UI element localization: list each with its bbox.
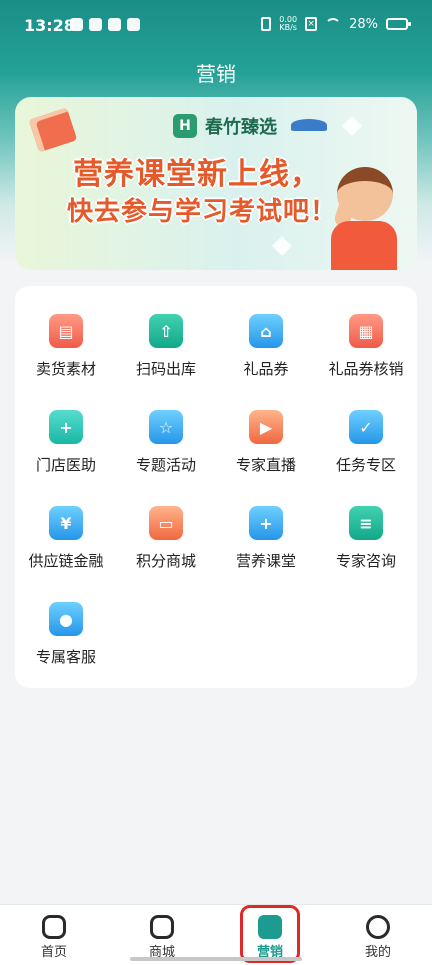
app-notification-icon — [70, 18, 83, 31]
mail-notification-icon — [89, 18, 102, 31]
menu-item-label: 营养课堂 — [235, 552, 296, 570]
menu-item-gift-voucher[interactable]: ⌂ 礼品券 — [216, 286, 316, 382]
status-right: 0.00 KB/s × 28% — [261, 16, 411, 32]
material-icon: ▤ — [49, 314, 83, 348]
tab-label: 首页 — [40, 945, 67, 960]
more-notification-icon — [127, 18, 140, 31]
menu-item-voucher-verify[interactable]: ▦ 礼品券核销 — [316, 286, 416, 382]
status-time: 13:28 — [24, 16, 75, 35]
sparkle-icon — [342, 116, 362, 136]
menu-item-label: 礼品券 — [243, 360, 289, 378]
finance-icon: ¥ — [49, 506, 83, 540]
tab-label: 我的 — [364, 945, 391, 960]
battery-icon — [386, 18, 411, 30]
home-indicator — [130, 957, 302, 961]
battery-text: 28% — [349, 16, 378, 32]
menu-item-scan-out[interactable]: ⇧ 扫码出库 — [116, 286, 216, 382]
consult-icon: ≡ — [349, 506, 383, 540]
notification-icons — [70, 18, 140, 31]
menu-item-store-med-assistant[interactable]: + 门店医助 — [16, 382, 116, 478]
book-illustration — [28, 107, 78, 153]
menu-item-nutrition-class[interactable]: + 营养课堂 — [216, 478, 316, 574]
kid-body-illustration — [331, 221, 397, 270]
menu-item-expert-live[interactable]: ▶ 专家直播 — [216, 382, 316, 478]
active-tab-highlight — [240, 905, 300, 963]
nutrition-class-icon: + — [249, 506, 283, 540]
network-speed: 0.00 KB/s — [279, 16, 297, 32]
menu-item-expert-consult[interactable]: ≡ 专家咨询 — [316, 478, 416, 574]
menu-item-label: 门店医助 — [35, 456, 96, 474]
shop-icon — [150, 915, 174, 939]
menu-item-label: 积分商城 — [135, 552, 196, 570]
menu-item-label: 卖货素材 — [35, 360, 96, 378]
tab-profile[interactable]: 我的 — [324, 905, 432, 965]
menu-item-points-mall[interactable]: ▭ 积分商城 — [116, 478, 216, 574]
menu-item-label: 任务专区 — [335, 456, 396, 474]
qr-verify-icon: ▦ — [349, 314, 383, 348]
brand-logo-icon: H — [173, 114, 197, 138]
brand-name: 春竹臻选 — [205, 117, 277, 138]
topic-activity-icon: ☆ — [149, 410, 183, 444]
menu-item-label: 扫码出库 — [135, 360, 196, 378]
menu-item-label: 供应链金融 — [28, 552, 104, 570]
marketing-menu-panel: ▤ 卖货素材 ⇧ 扫码出库 ⌂ 礼品券 ▦ 礼品券核销 + 门店医助 ☆ 专题活… — [15, 286, 417, 688]
wifi-icon — [325, 18, 342, 30]
points-shop-icon: ▭ — [149, 506, 183, 540]
status-bar: 13:28 0.00 KB/s × 28% — [0, 0, 432, 52]
brand: H 春竹臻选 — [173, 113, 277, 139]
chat-notification-icon — [108, 18, 121, 31]
menu-item-label: 专题活动 — [135, 456, 196, 474]
live-icon: ▶ — [249, 410, 283, 444]
menu-item-supply-finance[interactable]: ¥ 供应链金融 — [16, 478, 116, 574]
menu-item-label: 专家直播 — [235, 456, 296, 474]
home-icon — [42, 915, 66, 939]
page-title: 营销 — [196, 62, 236, 86]
menu-item-task-zone[interactable]: ✓ 任务专区 — [316, 382, 416, 478]
sim-icon: × — [305, 17, 318, 31]
menu-item-topic-activity[interactable]: ☆ 专题活动 — [116, 382, 216, 478]
scan-out-icon: ⇧ — [149, 314, 183, 348]
tab-shop[interactable]: 商城 — [108, 905, 216, 965]
vibrate-icon — [261, 17, 272, 31]
bottom-nav: 首页 商城 营销 我的 — [0, 904, 432, 965]
banner-headline-2: 快去参与学习考试吧！ — [67, 197, 338, 227]
kid-illustration — [337, 167, 393, 221]
menu-item-label: 专家咨询 — [335, 552, 396, 570]
medical-assistant-icon: + — [49, 410, 83, 444]
gift-voucher-icon: ⌂ — [249, 314, 283, 348]
banner-headline-1: 营养课堂新上线， — [73, 157, 321, 192]
menu-item-label: 礼品券核销 — [328, 360, 404, 378]
task-icon: ✓ — [349, 410, 383, 444]
sparkle-icon — [272, 236, 292, 256]
menu-item-dedicated-service[interactable]: ● 专属客服 — [16, 574, 116, 670]
profile-icon — [366, 915, 390, 939]
menu-item-label: 专属客服 — [35, 648, 96, 666]
bird-illustration — [291, 119, 327, 131]
tab-home[interactable]: 首页 — [0, 905, 108, 965]
promo-banner[interactable]: H 春竹臻选 营养课堂新上线， 快去参与学习考试吧！ — [15, 97, 417, 270]
customer-service-icon: ● — [49, 602, 83, 636]
network-speed-unit: KB/s — [279, 23, 297, 32]
menu-item-sales-materials[interactable]: ▤ 卖货素材 — [16, 286, 116, 382]
